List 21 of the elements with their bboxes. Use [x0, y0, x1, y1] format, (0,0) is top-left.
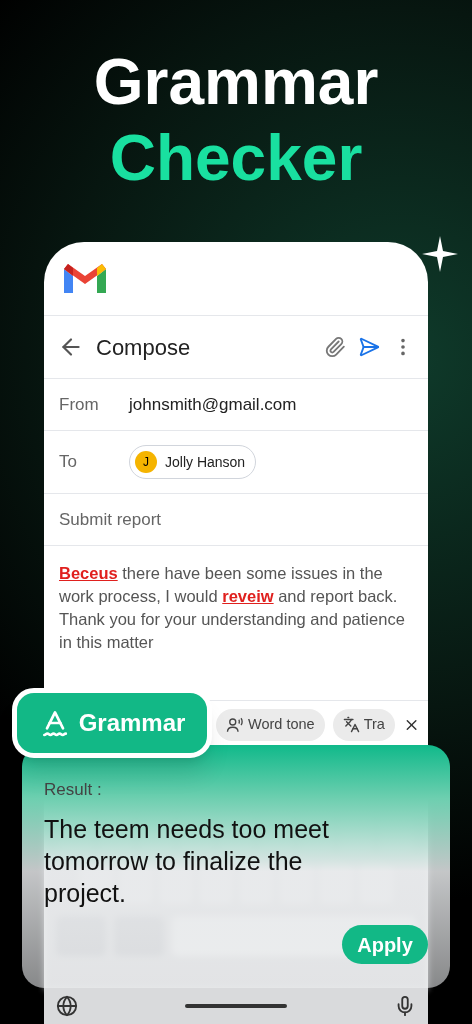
mail-logo-icon	[64, 262, 106, 295]
tool-chip[interactable]: Tra	[332, 708, 395, 741]
recipient-name: Jolly Hanson	[165, 452, 246, 472]
result-text: The teem needs too meet tomorrow to finalize the project.	[44, 813, 330, 909]
translate-icon	[342, 716, 360, 733]
compose-title: Compose	[96, 333, 192, 362]
sparkle-icon	[422, 236, 458, 272]
field-label: From	[59, 393, 100, 416]
tool-chip[interactable]: Word tone	[216, 708, 325, 741]
avatar-initial: J	[135, 451, 157, 473]
sender-email: johnsmith@gmail.com	[129, 393, 297, 416]
headline-subtitle: Checker	[109, 121, 363, 196]
globe-icon[interactable]	[56, 995, 78, 1017]
headline-title: Grammar	[93, 45, 379, 120]
email-body-text: Beceus there have been some issues in the work process, I would reveiw and report back. Thank you for your understanding and patience in this matter	[59, 563, 406, 653]
field-label: To	[59, 451, 78, 474]
result-label: Result :	[44, 779, 103, 801]
speaking-person-icon	[226, 715, 244, 734]
subject-field[interactable]: Submit report	[59, 506, 162, 533]
paperclip-icon[interactable]	[324, 336, 346, 358]
send-icon[interactable]	[358, 336, 380, 358]
